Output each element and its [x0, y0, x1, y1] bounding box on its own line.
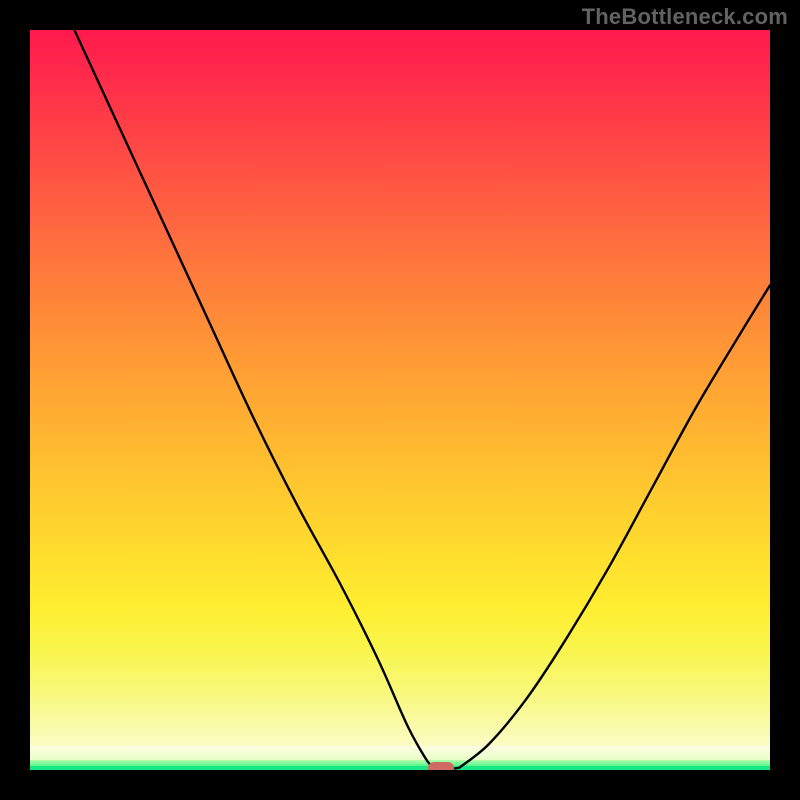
watermark-text: TheBottleneck.com	[582, 4, 788, 30]
chart-frame: TheBottleneck.com	[0, 0, 800, 800]
plot-area	[30, 30, 770, 770]
bottleneck-curve	[30, 30, 770, 770]
minimum-marker	[428, 762, 454, 770]
curve-path	[74, 30, 770, 769]
